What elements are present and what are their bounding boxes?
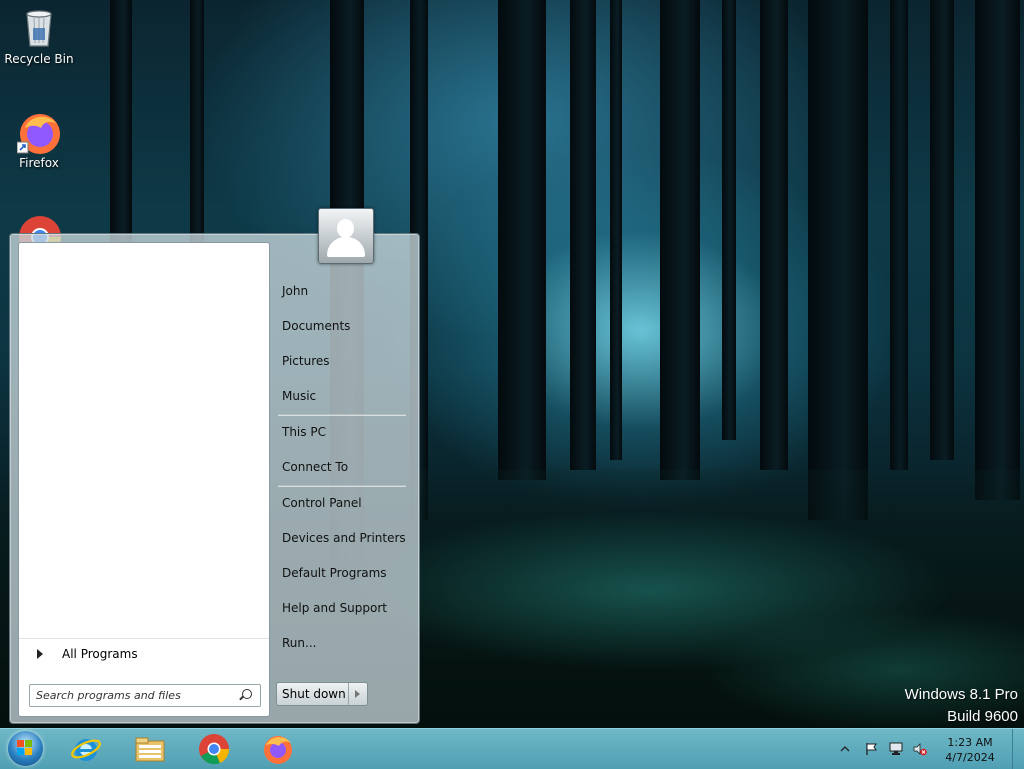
start-link-help-and-support[interactable]: Help and Support <box>280 595 414 621</box>
tree-trunk <box>610 0 622 460</box>
menu-divider <box>278 485 406 487</box>
search-box[interactable] <box>29 684 261 707</box>
clock-date: 4/7/2024 <box>945 751 995 764</box>
tree-trunk <box>930 0 954 460</box>
avatar-body <box>327 237 365 257</box>
clock-time: 1:23 AM <box>947 736 993 749</box>
start-link-documents[interactable]: Documents <box>280 313 414 339</box>
taskbar-clock[interactable]: 1:23 AM 4/7/2024 <box>940 735 1000 765</box>
menu-divider <box>278 414 406 416</box>
firefox-icon <box>264 736 292 764</box>
search-icon[interactable] <box>242 689 252 699</box>
firefox-icon <box>16 110 61 154</box>
start-link-run[interactable]: Run... <box>280 630 414 656</box>
windows-watermark: Windows 8.1 Pro Build 9600 <box>905 684 1018 728</box>
taskbar: 1:23 AM 4/7/2024 <box>0 728 1024 769</box>
action-center-flag-icon[interactable] <box>864 742 878 756</box>
tree-trunk <box>808 0 868 520</box>
user-avatar[interactable] <box>318 208 374 264</box>
shutdown-label: Shut down <box>282 687 346 701</box>
firefox-label: Firefox <box>19 156 59 170</box>
avatar-head <box>337 219 354 238</box>
start-link-music[interactable]: Music <box>280 383 414 409</box>
start-link-devices-and-printers[interactable]: Devices and Printers <box>280 525 414 551</box>
all-programs-label: All Programs <box>62 647 138 661</box>
shutdown-button[interactable]: Shut down <box>276 682 368 706</box>
start-link-connect-to[interactable]: Connect To <box>280 454 414 480</box>
internet-explorer-icon <box>71 739 101 761</box>
search-input[interactable] <box>36 687 232 703</box>
desktop[interactable]: Recycle Bin Firefox Windows 8.1 Pro Buil… <box>0 0 1024 728</box>
tree-trunk <box>722 0 736 440</box>
start-menu: All Programs John Documents Pictures Mus… <box>9 208 420 724</box>
play-arrow-icon <box>37 649 43 659</box>
start-link-user-folder[interactable]: John <box>280 278 414 304</box>
file-explorer-icon <box>135 737 165 762</box>
all-programs-button[interactable]: All Programs <box>19 638 269 669</box>
watermark-edition: Windows 8.1 Pro <box>904 686 1018 703</box>
show-desktop-button[interactable] <box>1012 729 1024 769</box>
desktop-icon-recycle-bin[interactable]: Recycle Bin <box>1 6 77 66</box>
start-menu-programs-pane: All Programs <box>18 242 270 717</box>
taskbar-internet-explorer[interactable] <box>70 733 102 765</box>
network-icon[interactable] <box>889 742 903 756</box>
tree-trunk <box>570 0 596 470</box>
tree-trunk <box>890 0 908 470</box>
start-link-pictures[interactable]: Pictures <box>280 348 414 374</box>
tree-trunk <box>498 0 546 480</box>
show-hidden-icons-chevron[interactable] <box>838 742 852 756</box>
taskbar-chrome[interactable] <box>198 733 230 765</box>
windows-flag-icon <box>17 740 33 756</box>
taskbar-firefox[interactable] <box>262 733 294 765</box>
taskbar-file-explorer[interactable] <box>134 733 166 765</box>
tree-trunk <box>975 0 1020 500</box>
recycle-bin-icon <box>17 6 61 50</box>
start-button[interactable] <box>6 730 46 768</box>
recycle-bin-label: Recycle Bin <box>4 52 74 66</box>
shutdown-options-arrow-icon[interactable] <box>348 683 367 705</box>
volume-muted-icon[interactable] <box>913 742 927 756</box>
tree-trunk <box>760 0 788 470</box>
tree-trunk <box>660 0 700 480</box>
start-link-control-panel[interactable]: Control Panel <box>280 490 414 516</box>
start-link-this-pc[interactable]: This PC <box>280 419 414 445</box>
chrome-icon <box>199 734 230 765</box>
watermark-build: Build 9600 <box>947 708 1018 725</box>
start-link-default-programs[interactable]: Default Programs <box>280 560 414 586</box>
desktop-icon-firefox[interactable]: Firefox <box>1 110 77 170</box>
